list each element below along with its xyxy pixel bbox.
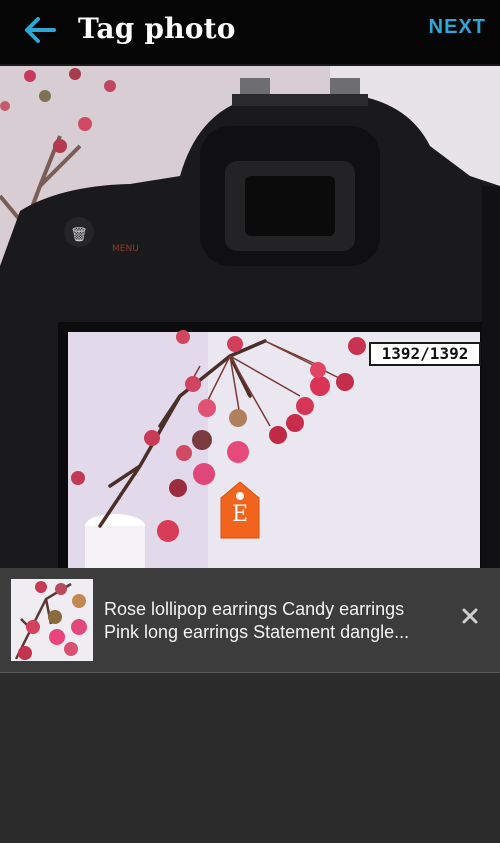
listing-thumbnail — [11, 579, 93, 661]
svg-text:🗑: 🗑 — [70, 227, 88, 243]
tagged-listing-row[interactable]: Rose lollipop earrings Candy earrings Pi… — [0, 568, 500, 673]
listing-title-line-2: Pink long earrings Statement dangle... — [104, 622, 410, 642]
back-button[interactable] — [20, 10, 60, 50]
top-app-bar: Tag photo NEXT — [0, 0, 500, 66]
tag-letter: E — [231, 502, 249, 527]
page-title: Tag photo — [78, 12, 236, 45]
arrow-left-icon — [25, 17, 56, 43]
listing-tag-marker[interactable]: E — [220, 480, 260, 540]
svg-text:MENU: MENU — [112, 244, 139, 254]
close-icon — [462, 608, 478, 624]
image-counter-label: 1392/1392 — [381, 344, 469, 363]
listing-title-line-1: Rose lollipop earrings Candy earrings — [104, 599, 405, 619]
empty-area — [0, 673, 500, 843]
next-button[interactable]: NEXT — [429, 16, 486, 39]
remove-tag-button[interactable] — [460, 608, 480, 628]
listing-title: Rose lollipop earrings Candy earrings Pi… — [104, 598, 444, 644]
